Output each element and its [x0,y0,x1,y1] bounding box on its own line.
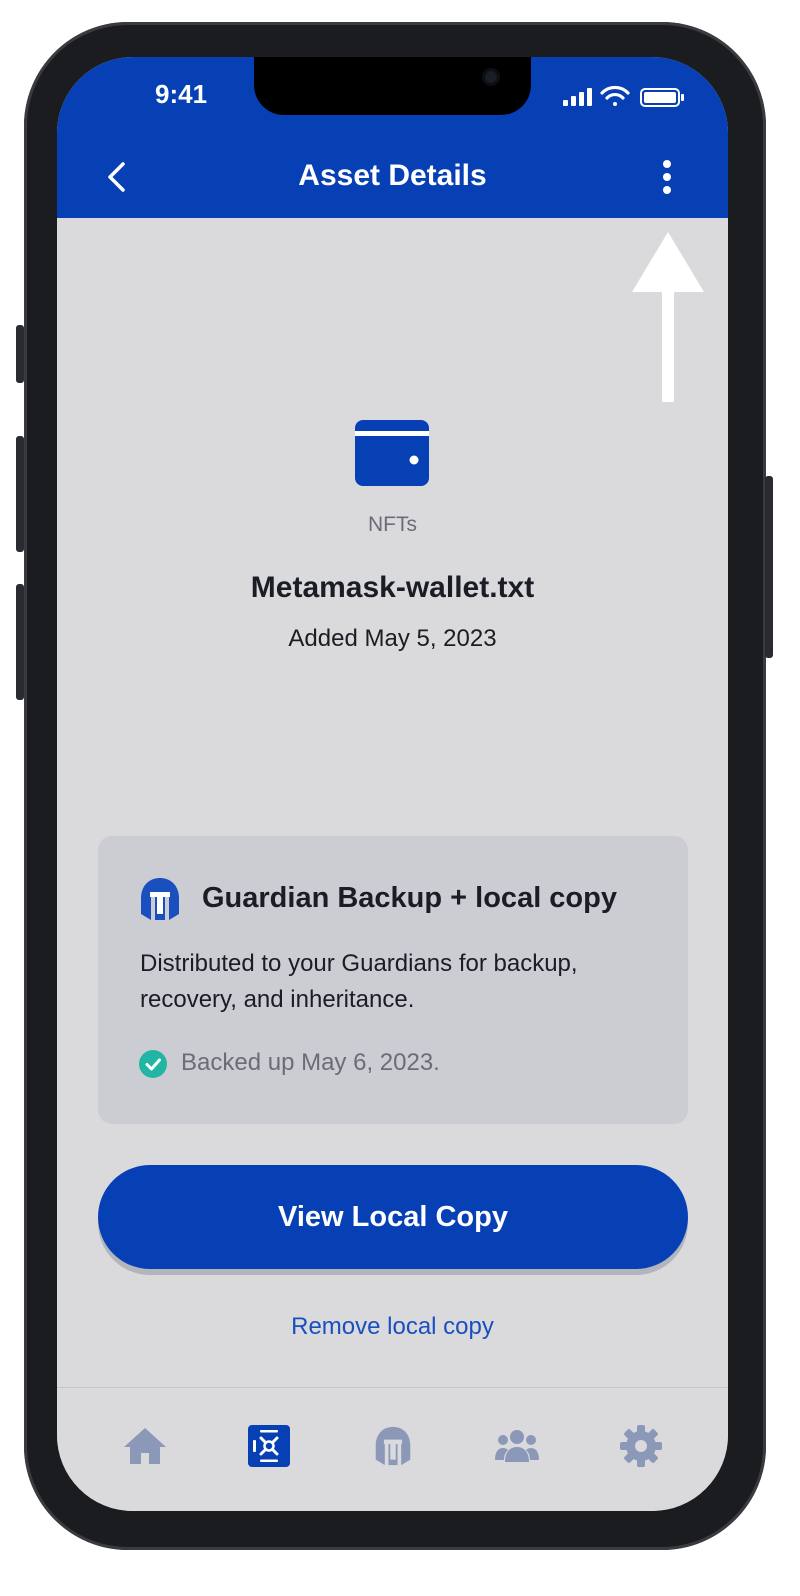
wallet-icon [355,420,429,486]
guardian-helmet-icon [375,1426,411,1466]
backup-card-title: Guardian Backup + local copy [202,882,617,914]
people-icon [495,1430,539,1462]
top-bar: 9:41 Asset Details [57,57,728,218]
tab-vault[interactable] [245,1422,293,1470]
guardian-helmet-icon [141,878,179,920]
volume-up-button [16,436,24,552]
more-vertical-icon [663,160,671,194]
remove-local-copy-link[interactable]: Remove local copy [57,1313,728,1341]
status-icons [561,85,691,109]
asset-added-date: Added May 5, 2023 [288,625,497,652]
check-circle-icon [139,1050,167,1078]
more-options-button[interactable] [647,157,687,197]
backup-card-description: Distributed to your Guardians for backup… [140,950,578,1013]
backup-status: Backed up May 6, 2023. [181,1049,440,1076]
view-local-copy-button[interactable]: View Local Copy [98,1165,688,1269]
vault-icon [248,1425,290,1467]
front-camera [482,68,500,86]
battery-icon [640,88,684,107]
header-row: Asset Details [57,147,728,207]
tab-people[interactable] [493,1422,541,1470]
volume-down-button [16,584,24,700]
home-icon [124,1428,166,1464]
signal-icon [563,88,592,106]
screen: 9:41 Asset Details NFTs Metamask-wallet.… [57,57,728,1511]
status-icons-svg [563,85,684,107]
asset-category: NFTs [368,513,417,536]
backup-card: Guardian Backup + local copy Distributed… [98,836,688,1124]
notch [254,57,531,115]
tab-home[interactable] [121,1422,169,1470]
gear-icon [620,1425,662,1467]
wifi-icon [600,85,630,106]
tab-bar [57,1387,728,1511]
pointer-arrow-icon [632,232,704,402]
asset-name: Metamask-wallet.txt [250,571,535,604]
tab-guardians[interactable] [369,1422,417,1470]
mute-switch [16,325,24,383]
page-title: Asset Details [298,159,487,192]
power-button [765,476,773,658]
tab-settings[interactable] [617,1422,665,1470]
status-time: 9:41 [155,79,208,109]
